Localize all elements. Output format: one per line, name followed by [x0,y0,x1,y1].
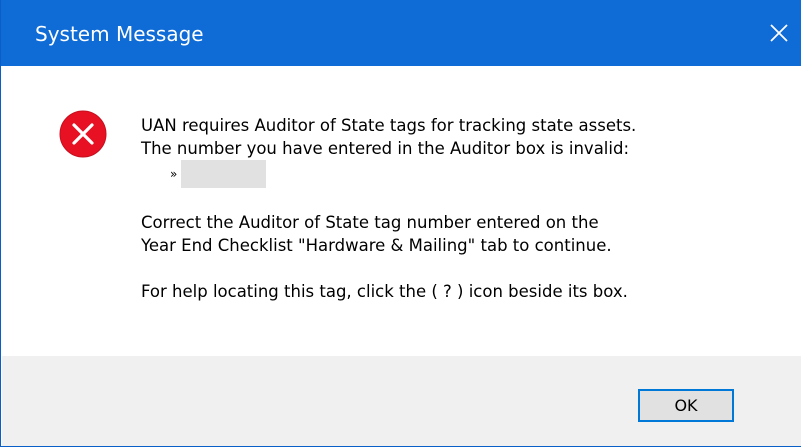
invalid-tag-value: » [170,160,267,188]
message-line-3: Correct the Auditor of State tag number … [141,213,599,232]
message-line-2: The number you have entered in the Audit… [141,139,630,158]
message-line-4: Year End Checklist "Hardware & Mailing" … [141,236,612,255]
close-button[interactable] [756,8,801,58]
message-line-5: For help locating this tag, click the ( … [141,282,628,301]
dialog-title: System Message [35,22,204,46]
title-bar[interactable]: System Message [1,0,801,66]
close-icon [770,24,788,42]
message-dialog: System Message UAN requires Auditor of S… [0,0,801,447]
message-line-1: UAN requires Auditor of State tags for t… [141,116,637,135]
redacted-value [181,160,267,188]
button-bar: OK [2,356,801,446]
message-area: UAN requires Auditor of State tags for t… [2,66,801,356]
bullet-marker: » [170,167,178,181]
ok-button[interactable]: OK [638,389,734,422]
error-icon [59,110,107,158]
